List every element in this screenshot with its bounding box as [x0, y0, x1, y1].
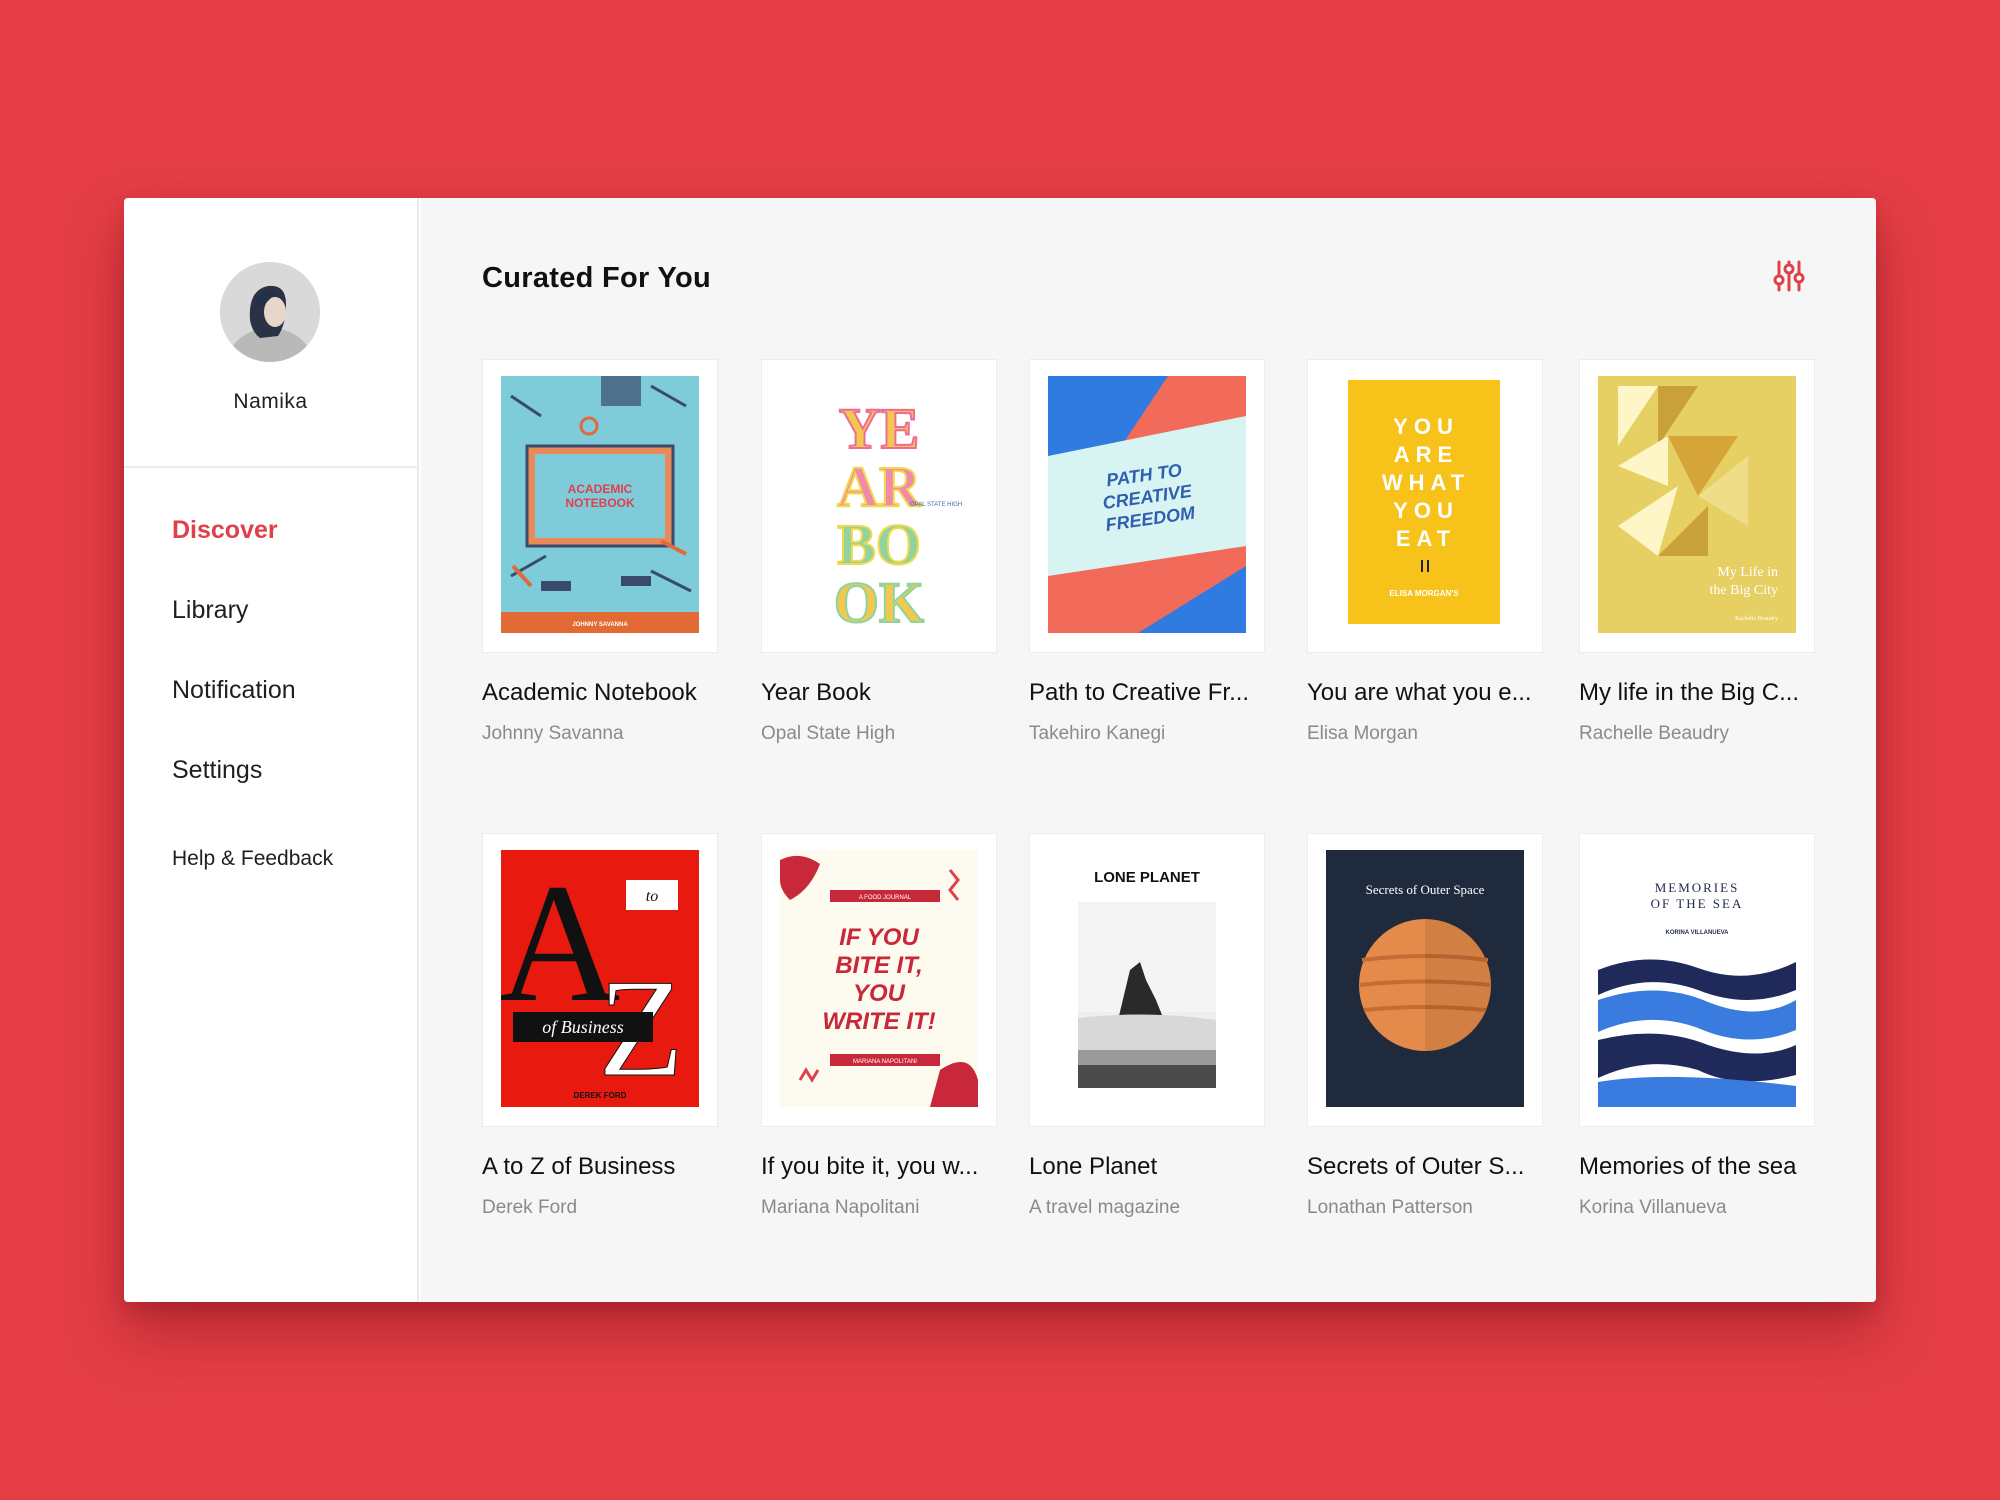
book-author: Korina Villanueva [1579, 1197, 1727, 1218]
nav-help-feedback[interactable]: Help & Feedback [172, 847, 333, 871]
book-cover: YOU ARE WHAT YOU EAT ELISA MORGAN'S [1348, 380, 1500, 624]
svg-text:LONE PLANET: LONE PLANET [1094, 869, 1200, 886]
nav-library[interactable]: Library [172, 596, 248, 625]
svg-text:BITE IT,: BITE IT, [835, 952, 923, 979]
svg-text:OK: OK [834, 570, 924, 633]
book-cover-frame: YOU ARE WHAT YOU EAT ELISA MORGAN'S [1307, 359, 1543, 653]
nav-discover[interactable]: Discover [172, 516, 278, 545]
sidebar: Namika Discover Library Notification Set… [124, 198, 419, 1302]
app-window: Namika Discover Library Notification Set… [124, 198, 1876, 1302]
book-title: Lone Planet [1029, 1153, 1158, 1180]
svg-text:Rachelle Beaudry: Rachelle Beaudry [1735, 616, 1778, 622]
svg-text:YOU: YOU [853, 980, 906, 1007]
sliders-icon [1773, 260, 1805, 292]
book-author: Derek Ford [482, 1197, 578, 1218]
svg-text:JOHNNY SAVANNA: JOHNNY SAVANNA [572, 622, 628, 628]
book-author: Mariana Napolitani [761, 1197, 920, 1218]
avatar[interactable] [220, 262, 320, 362]
svg-text:YE: YE [839, 396, 920, 461]
svg-text:IF YOU: IF YOU [839, 924, 919, 951]
book-cover: A to Z of Business DEREK FORD [501, 850, 699, 1107]
svg-text:NOTEBOOK: NOTEBOOK [565, 496, 635, 510]
profile-section: Namika [124, 198, 417, 468]
book-cover: Secrets of Outer Space [1326, 850, 1524, 1107]
svg-text:WHAT: WHAT [1382, 470, 1470, 495]
svg-text:KORINA VILLANUEVA: KORINA VILLANUEVA [1666, 930, 1730, 936]
book-cover: ACADEMIC NOTEBOOK JOHNNY SAVANNA [501, 376, 699, 633]
book-title: Path to Creative Fr... [1029, 679, 1250, 706]
svg-text:YOU: YOU [1393, 414, 1459, 439]
svg-text:MEMORIES: MEMORIES [1655, 880, 1740, 895]
book-title: My life in the Big C... [1579, 679, 1800, 706]
book-author: Lonathan Patterson [1307, 1197, 1473, 1218]
svg-text:OF THE SEA: OF THE SEA [1651, 896, 1744, 911]
book-title: A to Z of Business [482, 1153, 676, 1180]
page-title: Curated For You [482, 262, 711, 294]
nav-settings[interactable]: Settings [172, 756, 262, 785]
svg-text:Secrets of Outer Space: Secrets of Outer Space [1366, 882, 1485, 897]
book-cover-frame: A to Z of Business DEREK FORD [482, 833, 718, 1127]
svg-text:of Business: of Business [542, 1017, 624, 1037]
book-cover-frame: Secrets of Outer Space [1307, 833, 1543, 1127]
book-cover-frame: LONE PLANET [1029, 833, 1265, 1127]
svg-text:WRITE IT!: WRITE IT! [822, 1008, 935, 1035]
main-content: Curated For You ACADEMIC NOTEBOOK JOHNNY… [421, 198, 1876, 1302]
svg-text:YOU: YOU [1393, 498, 1459, 523]
book-author: Rachelle Beaudry [1579, 723, 1729, 744]
book-title: Academic Notebook [482, 679, 697, 706]
book-cover-frame: YE AR BO OK OPAL STATE HIGH [761, 359, 997, 653]
book-cover-frame: My Life in the Big City Rachelle Beaudry [1579, 359, 1815, 653]
filter-settings-button[interactable] [1771, 258, 1807, 294]
book-author: A travel magazine [1029, 1197, 1181, 1218]
book-cover-frame: MEMORIES OF THE SEA KORINA VILLANUEVA [1579, 833, 1815, 1127]
svg-text:ELISA MORGAN'S: ELISA MORGAN'S [1389, 589, 1459, 598]
username: Namika [233, 390, 308, 413]
svg-text:AR: AR [837, 454, 922, 519]
book-title: Memories of the sea [1579, 1153, 1797, 1180]
book-author: Elisa Morgan [1307, 723, 1418, 744]
svg-text:to: to [646, 888, 658, 905]
cover-text: ACADEMIC [568, 482, 633, 496]
svg-text:the Big City: the Big City [1710, 583, 1778, 598]
book-title: You are what you e... [1307, 679, 1532, 706]
book-cover-frame: A FOOD JOURNAL IF YOU BITE IT, YOU WRITE… [761, 833, 997, 1127]
book-cover-frame: ACADEMIC NOTEBOOK JOHNNY SAVANNA [482, 359, 718, 653]
nav-notification[interactable]: Notification [172, 676, 296, 705]
book-cover: YE AR BO OK OPAL STATE HIGH [780, 376, 978, 633]
svg-text:DEREK FORD: DEREK FORD [574, 1091, 627, 1100]
svg-text:A FOOD JOURNAL: A FOOD JOURNAL [859, 895, 912, 901]
book-cover-frame: PATH TO CREATIVE FREEDOM [1029, 359, 1265, 653]
svg-text:ARE: ARE [1394, 442, 1458, 467]
book-author: Johnny Savanna [482, 723, 624, 744]
svg-text:OPAL STATE HIGH: OPAL STATE HIGH [910, 502, 962, 508]
book-author: Takehiro Kanegi [1029, 723, 1166, 744]
book-cover: LONE PLANET [1048, 850, 1246, 1107]
book-cover: PATH TO CREATIVE FREEDOM [1048, 376, 1246, 633]
book-cover: MEMORIES OF THE SEA KORINA VILLANUEVA [1598, 850, 1796, 1107]
book-title: Year Book [761, 679, 871, 706]
svg-text:EAT: EAT [1396, 526, 1456, 551]
book-cover: A FOOD JOURNAL IF YOU BITE IT, YOU WRITE… [780, 850, 978, 1107]
book-author: Opal State High [761, 723, 896, 744]
book-title: If you bite it, you w... [761, 1153, 979, 1180]
svg-text:My Life in: My Life in [1717, 565, 1778, 580]
svg-text:BO: BO [837, 512, 921, 577]
svg-text:MARIANA NAPOLITANI: MARIANA NAPOLITANI [853, 1059, 917, 1065]
book-title: Secrets of Outer S... [1307, 1153, 1525, 1180]
book-cover: My Life in the Big City Rachelle Beaudry [1598, 376, 1796, 633]
